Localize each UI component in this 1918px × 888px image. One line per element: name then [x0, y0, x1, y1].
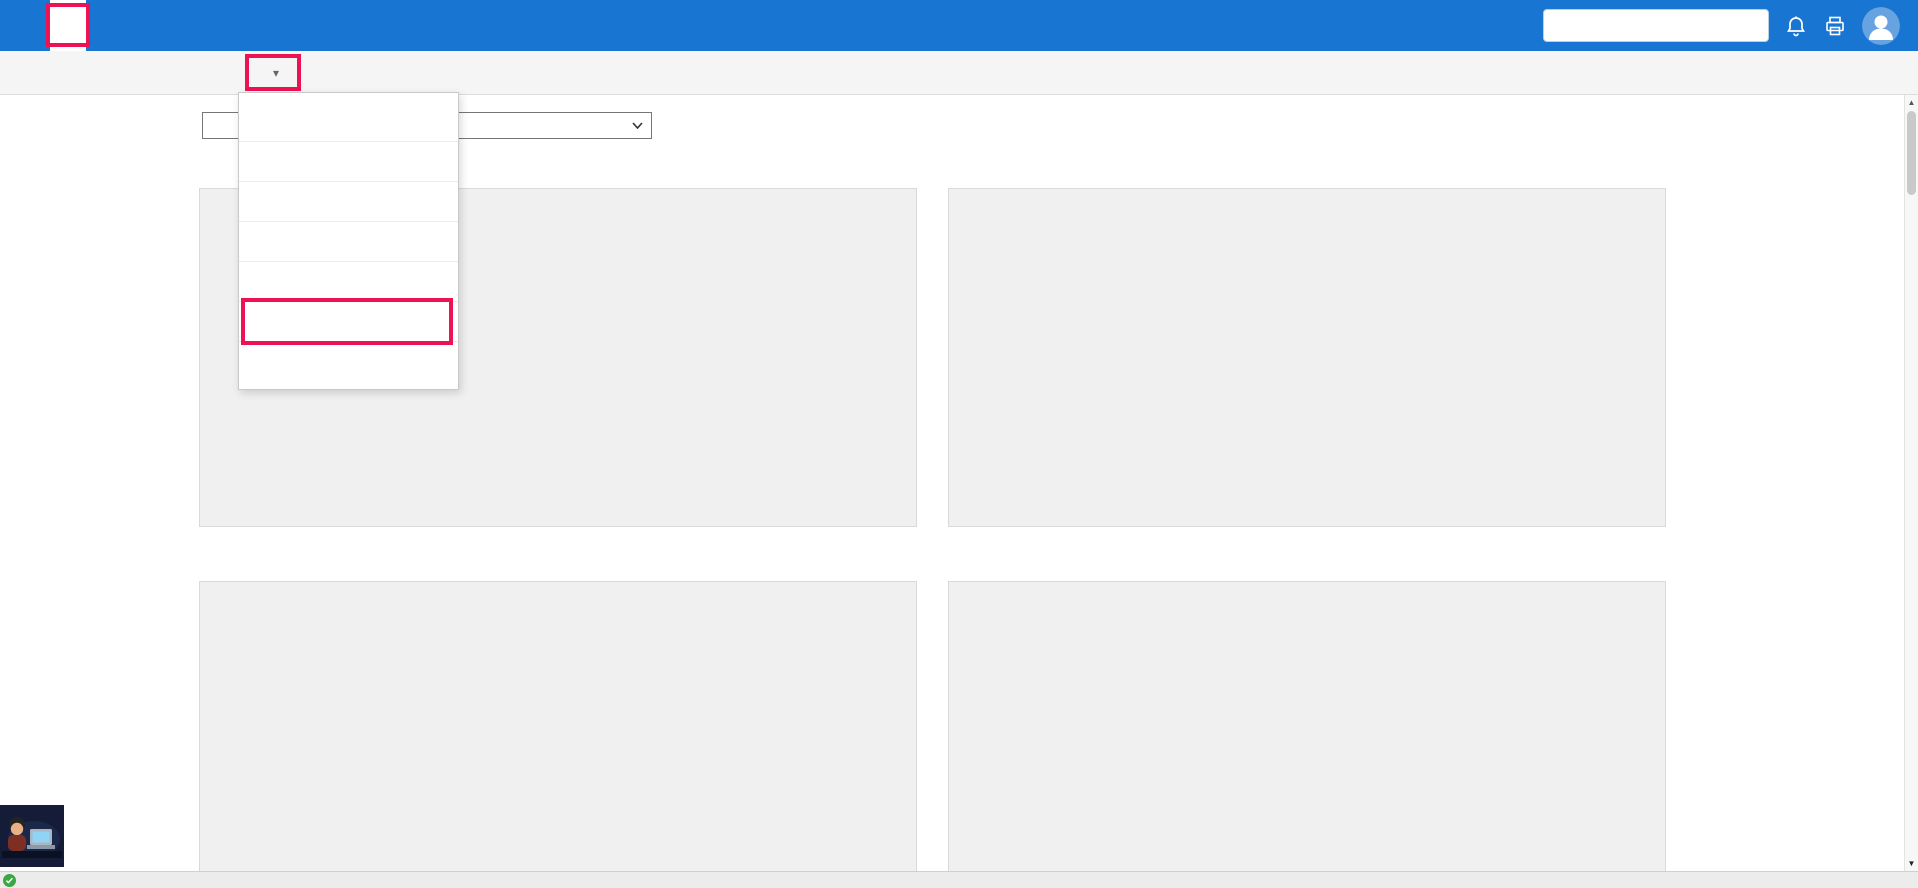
chevron-down-icon: ▾	[273, 66, 279, 80]
more-dropdown-menu	[238, 92, 459, 390]
vertical-scrollbar[interactable]: ▲ ▼	[1904, 95, 1918, 871]
menu-transfer-out-approval[interactable]	[239, 141, 458, 181]
status-bar	[0, 871, 1918, 888]
nav-tools[interactable]	[194, 0, 230, 51]
check-badge-icon	[3, 874, 16, 887]
scrollbar-thumb[interactable]	[1907, 111, 1916, 195]
menu-salesman-commission[interactable]	[239, 301, 458, 341]
notifications-bell-icon[interactable]	[1784, 14, 1808, 38]
subnav-delivery-note-return[interactable]	[216, 51, 250, 94]
subnav-delivery-note[interactable]	[114, 51, 148, 94]
nav-sales[interactable]	[50, 0, 86, 51]
nav-inventory[interactable]	[122, 0, 158, 51]
subnav-sales-bill[interactable]	[148, 51, 182, 94]
menu-transfer-out[interactable]	[239, 101, 458, 141]
sales-margin-line-chart	[949, 189, 1665, 526]
subnav-more[interactable]: ▾	[250, 51, 296, 94]
print-icon[interactable]	[1823, 14, 1847, 38]
truepos-brand	[0, 874, 20, 887]
annotation-box-sales	[46, 3, 90, 47]
menu-buy-back[interactable]	[239, 341, 458, 381]
nav-purchase[interactable]	[86, 0, 122, 51]
scroll-down-arrow-icon[interactable]: ▼	[1905, 856, 1918, 871]
select-chevron-icon	[632, 122, 643, 129]
top-navigation-bar	[0, 0, 1918, 51]
topnav-right-tools	[1543, 7, 1918, 45]
sales-margin-chart-panel	[948, 188, 1666, 527]
mascot-image	[0, 805, 64, 867]
annotation-box-salesman-commission	[241, 298, 453, 345]
payable-chart-panel	[948, 581, 1666, 871]
nav-reports[interactable]	[158, 0, 194, 51]
subnav-sales-order[interactable]	[46, 51, 80, 94]
subnav-sales-return[interactable]	[182, 51, 216, 94]
menu-sales-plan[interactable]	[239, 221, 458, 261]
nav-master[interactable]	[14, 0, 50, 51]
sales-submenu: ▾	[0, 51, 1918, 95]
subnav-sales-quotation[interactable]	[12, 51, 46, 94]
menu-sales-budget[interactable]	[239, 181, 458, 221]
receivable-bar-chart	[200, 582, 916, 871]
receivable-chart-panel	[199, 581, 917, 871]
scroll-up-arrow-icon[interactable]: ▲	[1905, 95, 1918, 110]
subnav-sales-order-approval[interactable]	[80, 51, 114, 94]
main-menu	[0, 0, 266, 51]
payable-bar-chart	[949, 582, 1665, 871]
user-avatar[interactable]	[1862, 7, 1900, 45]
menu-tender-rule[interactable]	[239, 261, 458, 301]
search-menu-input[interactable]	[1543, 9, 1769, 42]
nav-finance-and-accounts[interactable]	[230, 0, 266, 51]
